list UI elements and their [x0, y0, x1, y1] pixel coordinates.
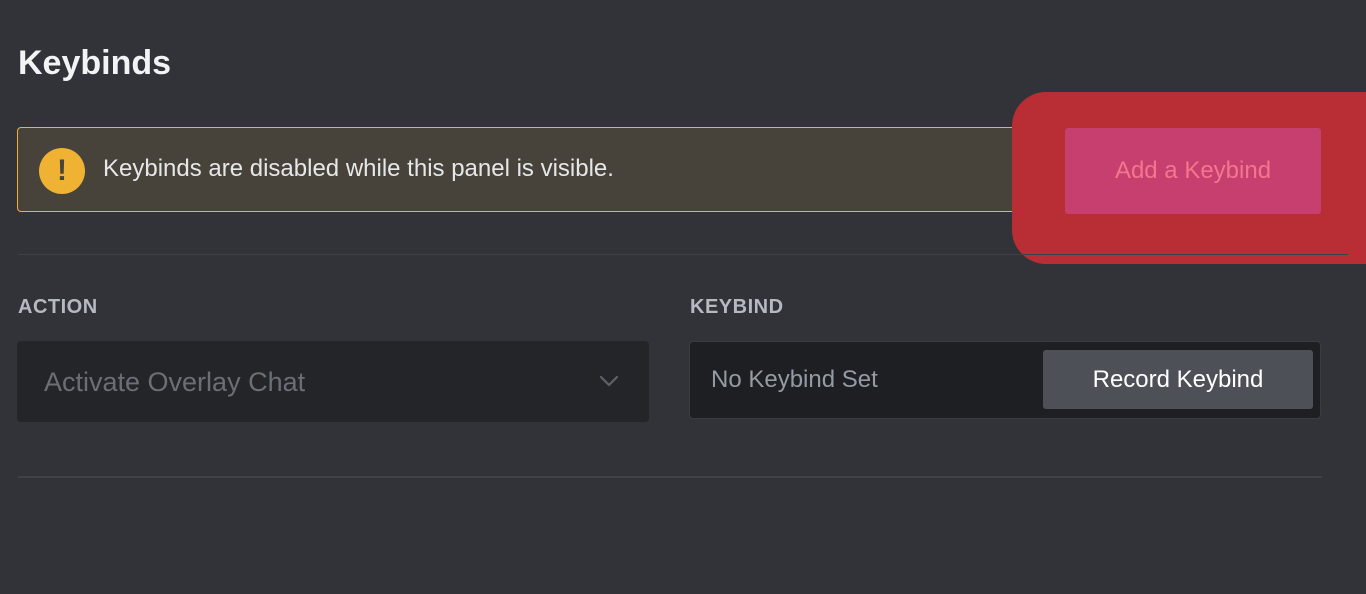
keybind-column-label: KEYBIND: [690, 296, 784, 318]
add-keybind-button[interactable]: Add a Keybind: [1065, 128, 1321, 214]
action-column-label: ACTION: [18, 296, 98, 318]
keybind-field[interactable]: No Keybind Set Record Keybind: [689, 341, 1321, 419]
record-keybind-button[interactable]: Record Keybind: [1043, 350, 1313, 409]
chevron-down-icon: [599, 375, 619, 387]
exclamation-icon: !: [39, 148, 85, 194]
action-select[interactable]: Activate Overlay Chat: [17, 341, 649, 422]
warning-text: Keybinds are disabled while this panel i…: [103, 155, 614, 182]
divider: [18, 476, 1322, 478]
page-title: Keybinds: [18, 44, 172, 82]
keybind-placeholder: No Keybind Set: [711, 366, 878, 393]
keybinds-settings-panel: Keybinds ! Keybinds are disabled while t…: [0, 0, 1366, 594]
action-select-value: Activate Overlay Chat: [44, 367, 306, 397]
warning-notice: ! Keybinds are disabled while this panel…: [17, 127, 1023, 212]
divider: [18, 254, 1348, 255]
